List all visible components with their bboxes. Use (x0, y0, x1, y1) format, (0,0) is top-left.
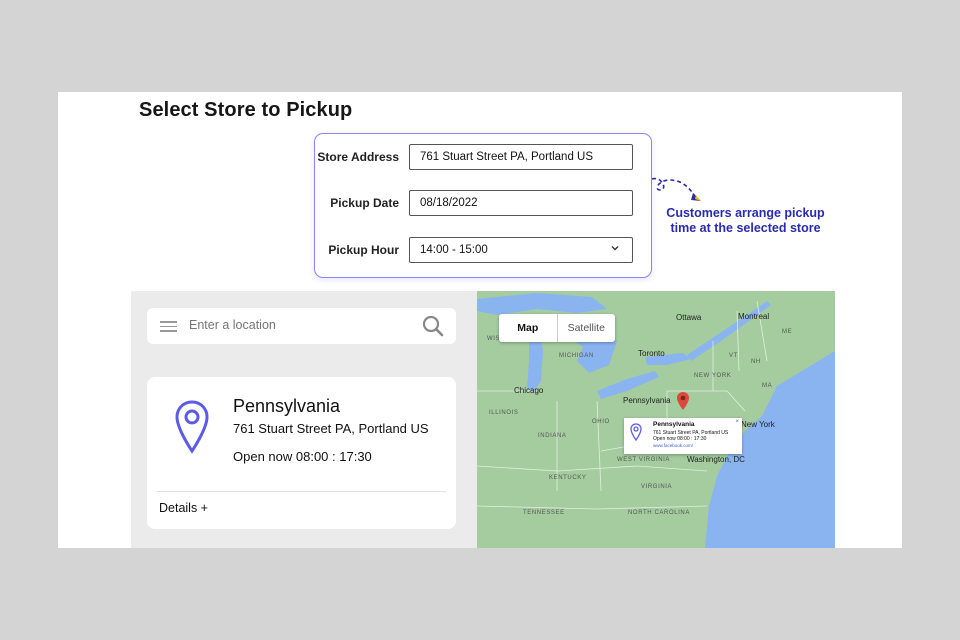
page-title: Select Store to Pickup (139, 99, 353, 121)
map-tab[interactable]: Map (499, 314, 558, 342)
map-label-tennessee: TENNESSEE (523, 510, 565, 516)
store-address: 761 Stuart Street PA, Portland US (233, 421, 429, 436)
store-address-row: Store Address 761 Stuart Street PA, Port… (315, 144, 651, 170)
curved-arrow-icon (651, 177, 701, 201)
store-hours: Open now 08:00 : 17:30 (233, 449, 372, 464)
map-label-washington: Washington, DC (687, 455, 745, 464)
annotation-line-1: Customers arrange pickup (666, 206, 825, 220)
store-card[interactable]: Pennsylvania 761 Stuart Street PA, Portl… (147, 377, 456, 529)
satellite-tab[interactable]: Satellite (558, 314, 616, 342)
details-link[interactable]: Details + (159, 501, 208, 515)
map-label-new-york: New York (741, 420, 775, 429)
popup-hours: Open now 08:00 : 17:30 (653, 436, 707, 442)
map-view[interactable]: Ottawa Montreal Toronto Chicago Pennsylv… (477, 291, 835, 548)
store-address-field[interactable]: 761 Stuart Street PA, Portland US (409, 144, 633, 170)
map-label-ottawa: Ottawa (676, 313, 702, 322)
pickup-date-label: Pickup Date (330, 196, 399, 210)
map-marker-icon[interactable] (676, 391, 690, 416)
menu-icon[interactable] (160, 321, 177, 332)
location-pin-icon (174, 399, 210, 460)
location-pin-icon (630, 423, 642, 446)
map-label-kentucky: KENTUCKY (549, 475, 587, 481)
map-label-michigan: MICHIGAN (559, 353, 594, 359)
map-label-massachusetts: MA (762, 383, 773, 389)
store-address-label: Store Address (317, 150, 399, 164)
pickup-date-field[interactable]: 08/18/2022 (409, 190, 633, 216)
map-label-indiana: INDIANA (538, 433, 567, 439)
pickup-hour-value: 14:00 - 15:00 (420, 244, 488, 256)
pickup-form: Store Address 761 Stuart Street PA, Port… (314, 133, 652, 278)
pickup-date-row: Pickup Date 08/18/2022 (315, 190, 651, 216)
map-info-popup[interactable]: Pennsylvania 761 Stuart Street PA, Portl… (624, 418, 742, 454)
map-label-toronto: Toronto (638, 349, 665, 358)
store-locator: Pennsylvania 761 Stuart Street PA, Portl… (131, 291, 835, 548)
location-search-input[interactable] (189, 318, 409, 332)
map-label-illinois: ILLINOIS (489, 410, 519, 416)
pickup-hour-row: Pickup Hour 14:00 - 15:00 (315, 237, 651, 263)
location-search-bar (147, 308, 456, 344)
popup-link[interactable]: www.facebook.com/ (653, 443, 693, 448)
map-label-maine: ME (782, 329, 793, 335)
pickup-hour-select[interactable]: 14:00 - 15:00 (409, 237, 633, 263)
store-name: Pennsylvania (233, 396, 341, 416)
chevron-down-icon (610, 243, 620, 256)
map-label-new-york-state: NEW YORK (694, 373, 732, 379)
search-icon[interactable] (422, 315, 444, 342)
page-card: Select Store to Pickup Store Address 761… (58, 92, 902, 548)
map-label-chicago: Chicago (514, 386, 544, 395)
map-label-virginia: VIRGINIA (641, 484, 673, 490)
map-label-north-carolina: NORTH CAROLINA (628, 510, 690, 516)
map-type-toggle: Map Satellite (499, 314, 615, 342)
map-label-montreal: Montreal (738, 312, 770, 321)
divider (157, 491, 446, 492)
map-label-ohio: OHIO (592, 419, 610, 425)
close-icon[interactable]: × (735, 419, 739, 425)
popup-title: Pennsylvania (653, 421, 695, 428)
map-label-west-virginia: WEST VIRGINIA (617, 457, 671, 463)
annotation-line-2: time at the selected store (670, 221, 821, 235)
pickup-hour-label: Pickup Hour (328, 243, 399, 257)
map-label-pennsylvania: Pennsylvania (623, 396, 671, 405)
map-label-new-hampshire: NH (751, 359, 761, 365)
map-label-vermont: VT (729, 353, 738, 359)
annotation-text: Customers arrange pickup time at the sel… (658, 206, 833, 236)
